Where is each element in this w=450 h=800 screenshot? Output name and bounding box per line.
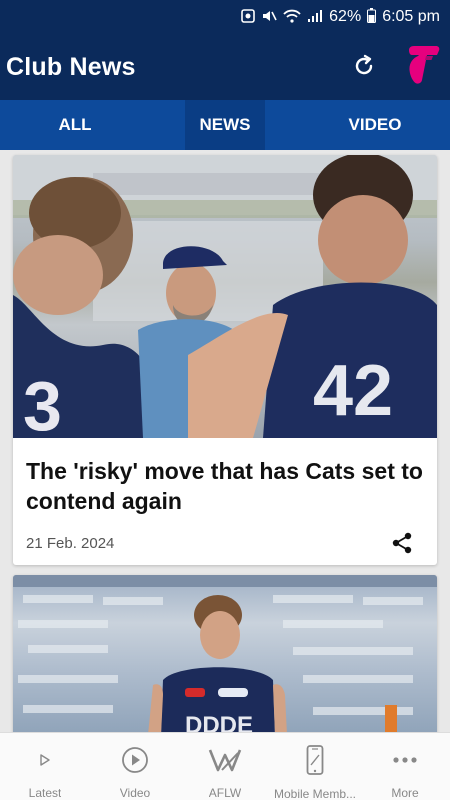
nav-label: Latest xyxy=(28,786,62,800)
refresh-button[interactable] xyxy=(348,50,380,82)
article-date: 21 Feb. 2024 xyxy=(26,534,115,552)
notification-icon xyxy=(241,8,255,26)
tab-all[interactable]: ALL xyxy=(0,100,150,150)
article-card[interactable]: 3 42 The 'risky' move that has Cats set … xyxy=(13,155,437,565)
share-icon xyxy=(392,532,412,554)
nav-more[interactable]: More xyxy=(360,733,450,800)
svg-text:3: 3 xyxy=(23,367,62,438)
wifi-icon xyxy=(283,9,301,26)
battery-icon xyxy=(367,8,377,26)
nav-video[interactable]: Video xyxy=(90,733,180,800)
play-outline-icon xyxy=(38,745,52,774)
nav-mobile-membership[interactable]: Mobile Memb... xyxy=(270,733,360,800)
nav-label: Mobile Memb... xyxy=(273,787,357,800)
nav-label: More xyxy=(391,786,419,800)
more-dots-icon xyxy=(392,745,418,774)
status-bar: 62% 6:05 pm xyxy=(0,0,450,34)
signal-icon xyxy=(307,9,323,26)
play-circle-icon xyxy=(121,745,149,774)
article-headline[interactable]: The 'risky' move that has Cats set to co… xyxy=(26,456,425,516)
mute-icon xyxy=(261,9,277,26)
telstra-logo-icon xyxy=(409,46,440,84)
tab-news[interactable]: NEWS xyxy=(185,100,265,150)
page-title: Club News xyxy=(6,52,136,81)
nav-aflw[interactable]: AFLW xyxy=(180,733,270,800)
article-card[interactable]: DDDE xyxy=(13,575,437,732)
nav-label: AFLW xyxy=(208,786,242,800)
app-bar: Club News xyxy=(0,34,450,100)
svg-text:DDDE: DDDE xyxy=(185,712,253,732)
nav-label: Video xyxy=(119,786,151,800)
telstra-logo[interactable] xyxy=(406,46,440,84)
bottom-nav: Latest Video AFLW Mobile Memb... More xyxy=(0,732,450,800)
svg-text:42: 42 xyxy=(313,351,393,431)
tab-bar: ALL NEWS VIDEO xyxy=(0,100,450,150)
nav-latest[interactable]: Latest xyxy=(0,733,90,800)
news-feed[interactable]: 3 42 The 'risky' move that has Cats set … xyxy=(0,150,450,732)
player-in-stadium-photo: DDDE xyxy=(13,575,437,732)
tab-video[interactable]: VIDEO xyxy=(300,100,450,150)
share-button[interactable] xyxy=(389,530,415,556)
coach-with-players-photo: 3 42 xyxy=(13,155,437,438)
battery-percent: 62% xyxy=(329,8,362,25)
refresh-icon xyxy=(355,54,373,75)
phone-card-icon xyxy=(306,745,324,775)
aflw-logo-icon xyxy=(208,745,242,774)
clock: 6:05 pm xyxy=(382,8,440,25)
